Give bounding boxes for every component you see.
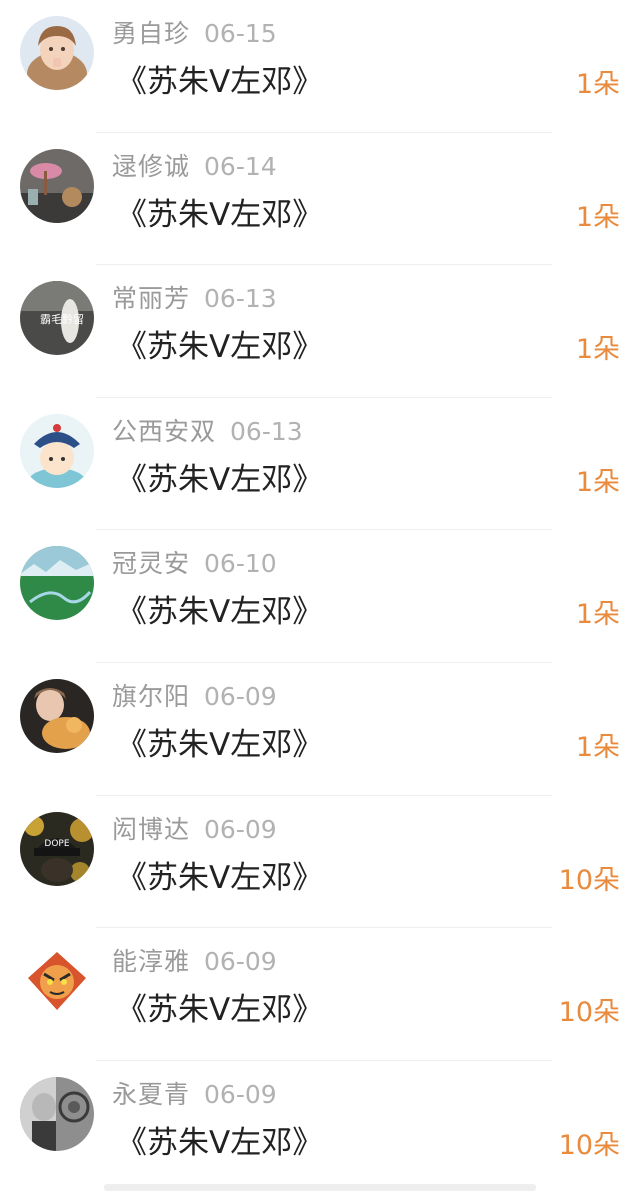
gift-title: 《苏朱V左邓》: [116, 461, 324, 498]
user-name: 公西安双 06-13: [112, 416, 303, 446]
list-item[interactable]: 勇自珍 06-15 《苏朱V左邓》 1朵: [0, 0, 640, 133]
list-item[interactable]: 霸毛黔留 常丽芳 06-13 《苏朱V左邓》 1朵: [0, 265, 640, 398]
gift-title: 《苏朱V左邓》: [116, 726, 324, 763]
avatar[interactable]: [20, 678, 94, 753]
user-name: 永夏青 06-09: [112, 1079, 277, 1109]
flower-count: 1朵: [575, 69, 620, 100]
list-item[interactable]: DOPE 闳博达 06-09 《苏朱V左邓》 10朵: [0, 796, 640, 929]
gift-title: 《苏朱V左邓》: [116, 1124, 324, 1161]
flower-count: 10朵: [558, 864, 620, 896]
gift-title: 《苏朱V左邓》: [116, 64, 324, 100]
avatar[interactable]: [20, 16, 94, 90]
list-item[interactable]: 永夏青 06-09 《苏朱V左邓》 10朵: [0, 1061, 640, 1193]
gift-title: 《苏朱V左邓》: [116, 196, 324, 233]
flower-count: 1朵: [575, 201, 620, 233]
gift-date: 06-09: [204, 681, 277, 711]
gift-date: 06-10: [204, 549, 277, 579]
flower-count: 1朵: [575, 466, 620, 498]
user-name: 逯修诚 06-14: [112, 151, 277, 181]
avatar-text: DOPE: [44, 839, 69, 849]
list-item[interactable]: 公西安双 06-13 《苏朱V左邓》 1朵: [0, 398, 640, 531]
gift-title: 《苏朱V左邓》: [116, 992, 324, 1029]
avatar[interactable]: [20, 944, 94, 1019]
list-item[interactable]: 能淳雅 06-09 《苏朱V左邓》 10朵: [0, 928, 640, 1061]
user-name: 勇自珍 06-15: [112, 19, 277, 48]
avatar[interactable]: [20, 148, 94, 223]
flower-count: 10朵: [558, 997, 620, 1029]
user-name: 能淳雅 06-09: [112, 947, 277, 977]
gift-title: 《苏朱V左邓》: [116, 594, 324, 631]
avatar[interactable]: [20, 546, 94, 621]
flower-count: 1朵: [575, 731, 620, 763]
avatar[interactable]: DOPE: [20, 811, 94, 886]
list-item[interactable]: 逯修诚 06-14 《苏朱V左邓》 1朵: [0, 133, 640, 266]
gift-date: 06-14: [204, 151, 277, 181]
user-name: 旗尔阳 06-09: [112, 681, 277, 711]
list-item[interactable]: 旗尔阳 06-09 《苏朱V左邓》 1朵: [0, 663, 640, 796]
scroll-indicator: [104, 1184, 536, 1191]
avatar[interactable]: [20, 1076, 94, 1151]
user-name: 常丽芳 06-13: [112, 284, 277, 314]
gift-record-list: 勇自珍 06-15 《苏朱V左邓》 1朵 逯修诚 06-14 《苏朱V左邓》 1朵: [0, 0, 640, 1193]
gift-date: 06-13: [204, 284, 277, 314]
user-name: 闳博达 06-09: [112, 814, 277, 844]
flower-count: 10朵: [558, 1129, 620, 1161]
avatar-text: 霸毛黔留: [40, 312, 84, 326]
list-item[interactable]: 冠灵安 06-10 《苏朱V左邓》 1朵: [0, 530, 640, 663]
avatar[interactable]: [20, 413, 94, 488]
user-name: 冠灵安 06-10: [112, 549, 277, 579]
flower-count: 1朵: [575, 599, 620, 631]
gift-title: 《苏朱V左邓》: [116, 859, 324, 896]
gift-date: 06-13: [230, 416, 303, 446]
gift-date: 06-15: [204, 19, 277, 48]
gift-date: 06-09: [204, 947, 277, 977]
flower-count: 1朵: [575, 334, 620, 366]
avatar[interactable]: 霸毛黔留: [20, 281, 94, 356]
gift-date: 06-09: [204, 1079, 277, 1109]
gift-title: 《苏朱V左邓》: [116, 329, 324, 366]
gift-date: 06-09: [204, 814, 277, 844]
